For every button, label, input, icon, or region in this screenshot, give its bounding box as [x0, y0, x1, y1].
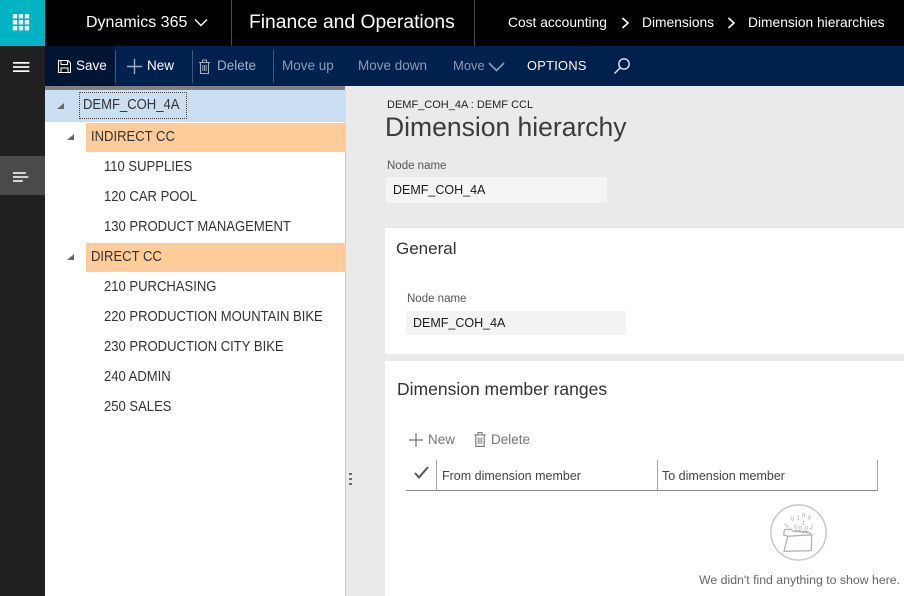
svg-text:0: 0 — [799, 526, 803, 533]
svg-text:0: 0 — [790, 515, 796, 523]
svg-text:1: 1 — [783, 522, 790, 530]
svg-text:0: 0 — [807, 514, 813, 522]
svg-text:1: 1 — [796, 514, 801, 521]
svg-text:1: 1 — [808, 524, 815, 532]
svg-text:0: 0 — [802, 512, 806, 519]
